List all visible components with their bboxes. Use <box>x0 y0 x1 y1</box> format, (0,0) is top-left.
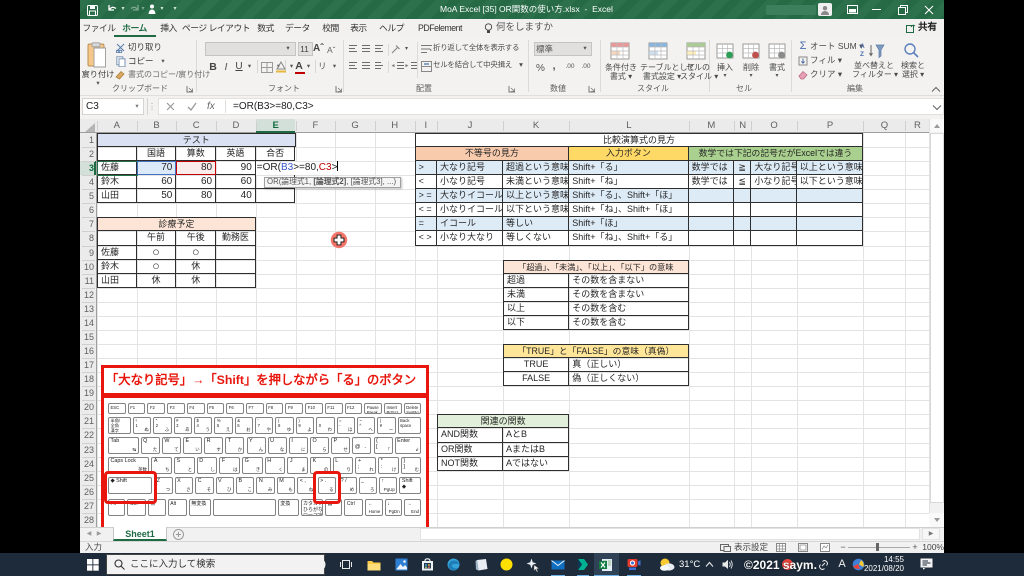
svg-text:%: % <box>536 63 545 73</box>
